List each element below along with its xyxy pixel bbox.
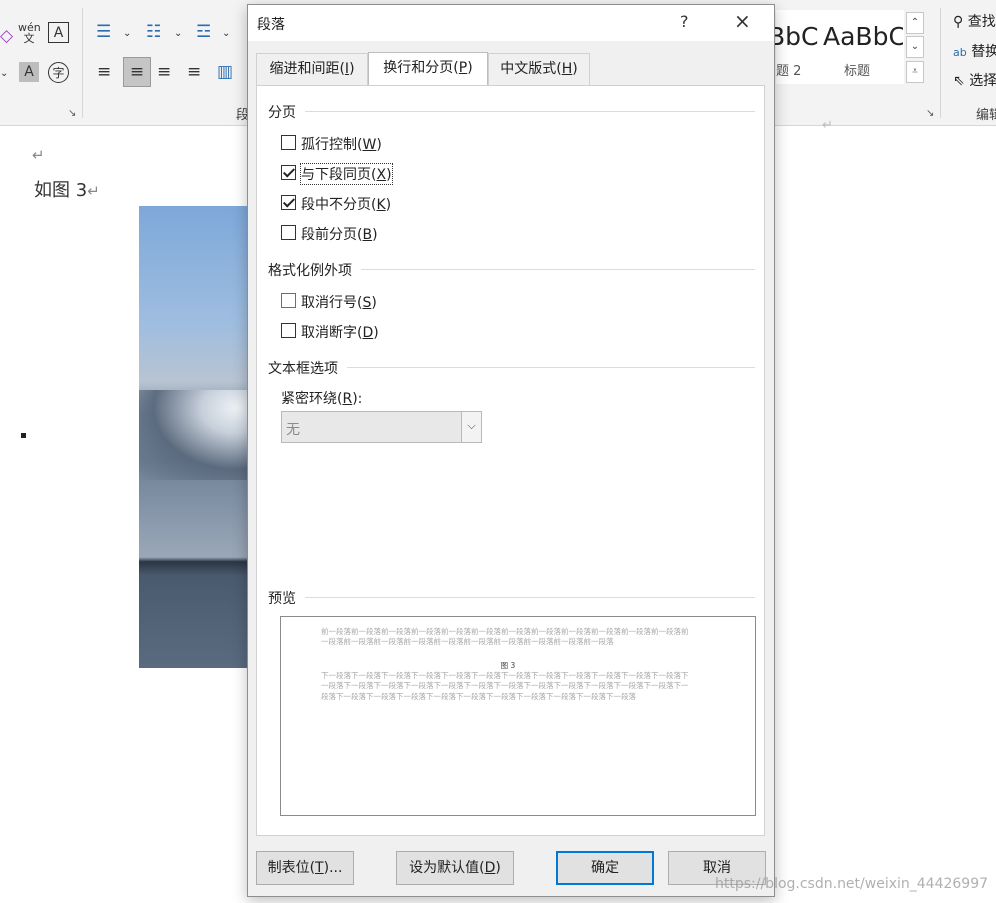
dialog-launcher-icon[interactable]: ↘ [926, 108, 934, 119]
no-hyphenation-label[interactable]: 取消断字(D) [301, 322, 379, 342]
pagination-heading: 分页 [268, 105, 296, 121]
replace-label: 替换 [971, 44, 996, 60]
align-left-icon[interactable]: ≡ [97, 62, 111, 82]
align-right-icon[interactable]: ≡ [157, 62, 171, 82]
paragraph-dialog: 段落 ? × 缩进和间距(I) 换行和分页(P) 中文版式(H) 分页 孤行控制… [247, 4, 775, 897]
gallery-more-button[interactable]: ⩡ [906, 61, 924, 83]
tab-label: 换行和分页(P) [383, 60, 473, 76]
anchor-bullet [21, 433, 26, 438]
section-divider [361, 269, 755, 270]
style-heading2[interactable]: BbC 题 2 [768, 10, 820, 84]
ok-label: 确定 [591, 860, 619, 876]
keep-with-next-label[interactable]: 与下段同页(X) [300, 163, 393, 185]
ok-button[interactable]: 确定 [556, 851, 654, 885]
tabs-button-label: 制表位(T)... [267, 860, 343, 876]
caption-text: 如图 3 [34, 180, 88, 201]
keep-lines-together-checkbox[interactable] [281, 195, 296, 210]
textbox-options-heading: 文本框选项 [268, 361, 338, 377]
align-center-icon[interactable]: ≡ [123, 57, 151, 87]
tab-indents-spacing[interactable]: 缩进和间距(I) [256, 53, 368, 85]
no-hyphenation-checkbox[interactable] [281, 323, 296, 338]
numbering-icon[interactable]: ☷ [146, 22, 161, 42]
bullets-icon[interactable]: ☰ [96, 22, 111, 42]
page-break-before-checkbox[interactable] [281, 225, 296, 240]
tab-asian-typography[interactable]: 中文版式(H) [488, 53, 590, 85]
eraser-icon[interactable]: ◇ [0, 26, 13, 46]
tight-wrap-label: 紧密环绕(R): [281, 391, 363, 407]
editing-group-label: 编辑 [976, 108, 996, 123]
cursor-icon: ⇖ [953, 73, 965, 89]
find-label: 查找 [967, 14, 996, 30]
dialog-titlebar[interactable]: 段落 ? × [248, 5, 774, 41]
paragraph-mark: ↵ [822, 118, 833, 133]
widow-control-checkbox[interactable] [281, 135, 296, 150]
document-caption[interactable]: 如图 3↵ [34, 176, 100, 202]
distributed-icon[interactable]: ▥ [217, 62, 233, 82]
keep-with-next-checkbox[interactable] [281, 165, 296, 180]
tab-label: 缩进和间距(I) [269, 61, 355, 77]
ribbon-separator [82, 8, 83, 118]
style-title-sample: AaBbC [823, 22, 903, 51]
preview-caption: 图 3 [500, 661, 516, 670]
select-button[interactable]: ⇖ 选择 [953, 70, 996, 90]
page-break-before-label[interactable]: 段前分页(B) [301, 224, 378, 244]
tab-panel: 分页 孤行控制(W) 与下段同页(X) 段中不分页(K) 段前分页(B) 格式化… [256, 85, 765, 836]
multilevel-list-icon[interactable]: ☲ [196, 22, 211, 42]
tab-line-page-breaks[interactable]: 换行和分页(P) [368, 52, 488, 86]
chevron-down-icon[interactable]: ⌄ [123, 24, 131, 44]
formatting-exceptions-heading: 格式化例外项 [268, 263, 352, 279]
ribbon-separator [940, 8, 941, 118]
chevron-down-icon[interactable]: ⌄ [0, 64, 8, 84]
section-divider [305, 597, 755, 598]
section-divider [305, 111, 755, 112]
set-default-label: 设为默认值(D) [409, 860, 501, 876]
suppress-line-numbers-checkbox[interactable] [281, 293, 296, 308]
watermark-text: https://blog.csdn.net/weixin_44426997 [715, 876, 989, 892]
keep-lines-together-label[interactable]: 段中不分页(K) [301, 194, 391, 214]
gallery-up-button[interactable]: ⌃ [906, 12, 924, 34]
preview-heading: 预览 [268, 591, 296, 607]
paragraph-mark: ↵ [32, 146, 45, 164]
dialog-launcher-icon[interactable]: ↘ [68, 108, 76, 119]
search-icon: ⚲ [953, 14, 964, 30]
paragraph-mark: ↵ [87, 182, 100, 200]
enclose-characters-icon[interactable]: 字 [48, 62, 69, 83]
style-title[interactable]: AaBbC 标题 [820, 10, 904, 84]
section-divider [347, 367, 755, 368]
set-default-button[interactable]: 设为默认值(D) [396, 851, 514, 885]
tight-wrap-value: 无 [286, 422, 300, 438]
justify-icon[interactable]: ≡ [187, 62, 201, 82]
tab-label: 中文版式(H) [500, 61, 578, 77]
style-heading2-sample: BbC [768, 22, 818, 51]
select-label: 选择 [969, 73, 996, 89]
character-border-icon[interactable]: A [48, 22, 69, 43]
preview-next-paragraph: 下一段落下一段落下一段落下一段落下一段落下一段落下一段落下一段落下一段落下一段落… [321, 671, 689, 701]
preview-pane: 前一段落前一段落前一段落前一段落前一段落前一段落前一段落前一段落前一段落前一段落… [280, 616, 756, 816]
replace-icon: ab [953, 46, 967, 59]
cancel-label: 取消 [703, 860, 731, 876]
widow-control-label[interactable]: 孤行控制(W) [301, 134, 382, 154]
find-button[interactable]: ⚲ 查找 [953, 11, 996, 31]
tight-wrap-select[interactable]: 无 ⌵ [281, 411, 482, 443]
help-button[interactable]: ? [680, 12, 689, 31]
chevron-down-icon[interactable]: ⌵ [461, 412, 481, 442]
preview-previous-paragraph: 前一段落前一段落前一段落前一段落前一段落前一段落前一段落前一段落前一段落前一段落… [321, 627, 689, 647]
phonetic-guide-icon[interactable]: wén 文 [18, 22, 41, 44]
dialog-title: 段落 [257, 17, 285, 33]
image-cloud-detail [139, 390, 247, 480]
gallery-down-button[interactable]: ⌄ [906, 36, 924, 58]
chevron-down-icon[interactable]: ⌄ [222, 24, 230, 44]
tabs-button[interactable]: 制表位(T)... [256, 851, 354, 885]
character-shading-icon[interactable]: A [19, 62, 39, 82]
close-button[interactable]: × [734, 9, 751, 33]
chevron-down-icon[interactable]: ⌄ [174, 24, 182, 44]
style-title-name: 标题 [844, 64, 871, 79]
replace-button[interactable]: ab 替换 [953, 41, 996, 61]
style-heading2-name: 题 2 [776, 64, 802, 79]
suppress-line-numbers-label[interactable]: 取消行号(S) [301, 292, 377, 312]
